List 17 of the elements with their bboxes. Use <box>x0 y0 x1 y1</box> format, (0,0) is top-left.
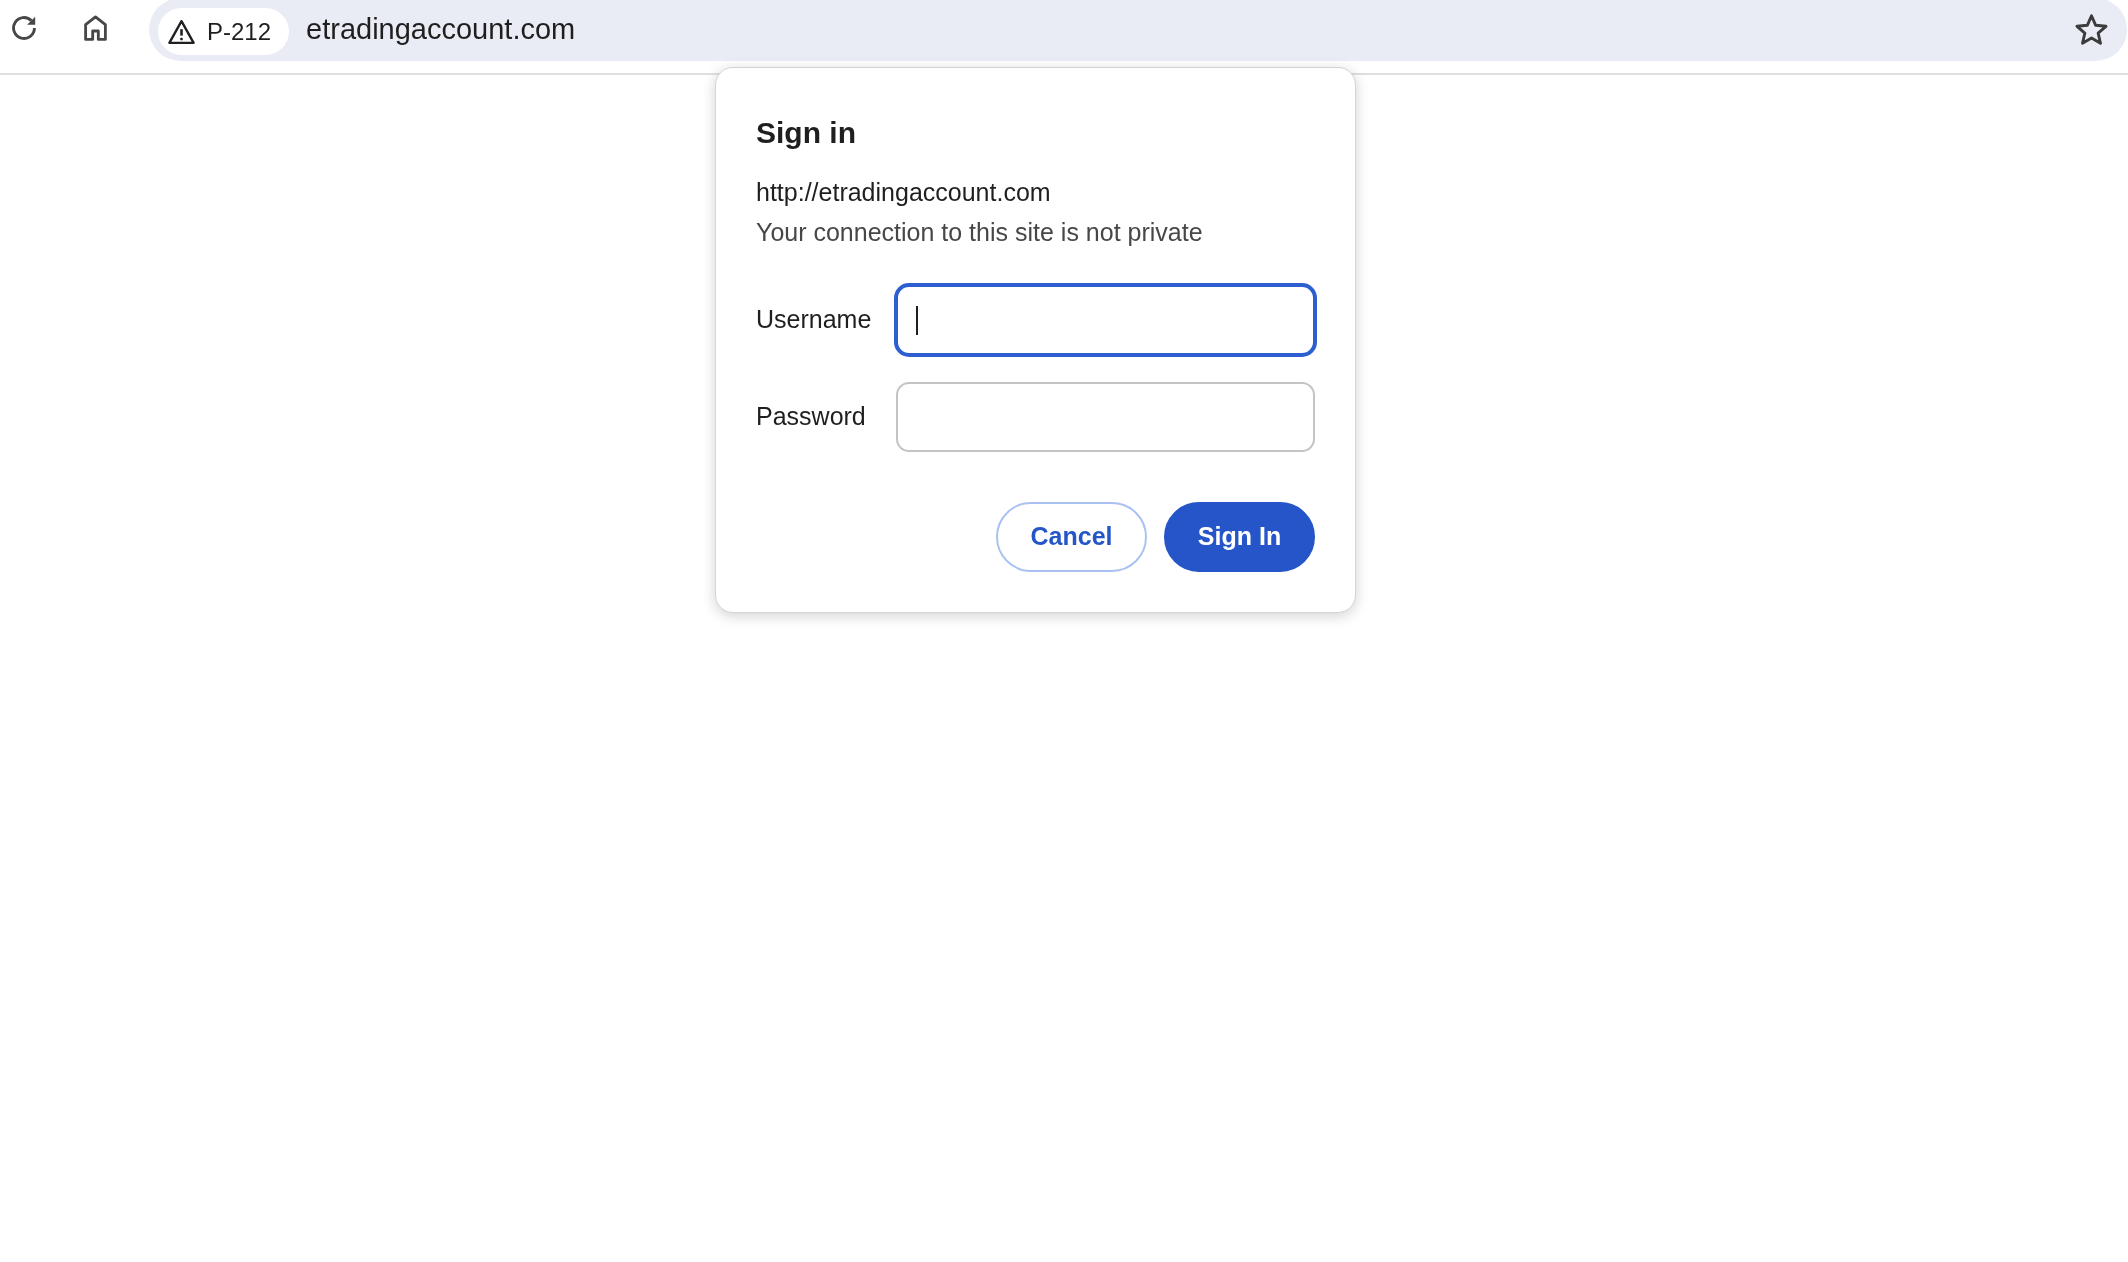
sign-in-button[interactable]: Sign In <box>1164 502 1315 572</box>
cancel-button[interactable]: Cancel <box>996 502 1147 572</box>
focused-input-field[interactable] <box>896 285 1315 355</box>
field-label: Password <box>756 401 867 433</box>
input-field[interactable] <box>896 382 1315 452</box>
star-icon[interactable] <box>2075 14 2108 45</box>
warning-icon <box>167 19 196 44</box>
text-cursor-icon <box>916 305 918 335</box>
site-info-chip[interactable]: P-212 <box>158 8 290 55</box>
url-text: etradingaccount.com <box>306 11 577 47</box>
home-icon[interactable] <box>83 15 108 41</box>
privacy-notice: Your connection to this site is not private <box>756 217 1204 248</box>
site-origin: http://etradingaccount.com <box>756 177 1052 208</box>
reload-icon[interactable] <box>11 16 37 40</box>
dialog-title: Sign in <box>756 115 857 151</box>
address-bar[interactable]: P-212 etradingaccount.com <box>149 0 2127 61</box>
field-label: Username <box>756 304 873 336</box>
